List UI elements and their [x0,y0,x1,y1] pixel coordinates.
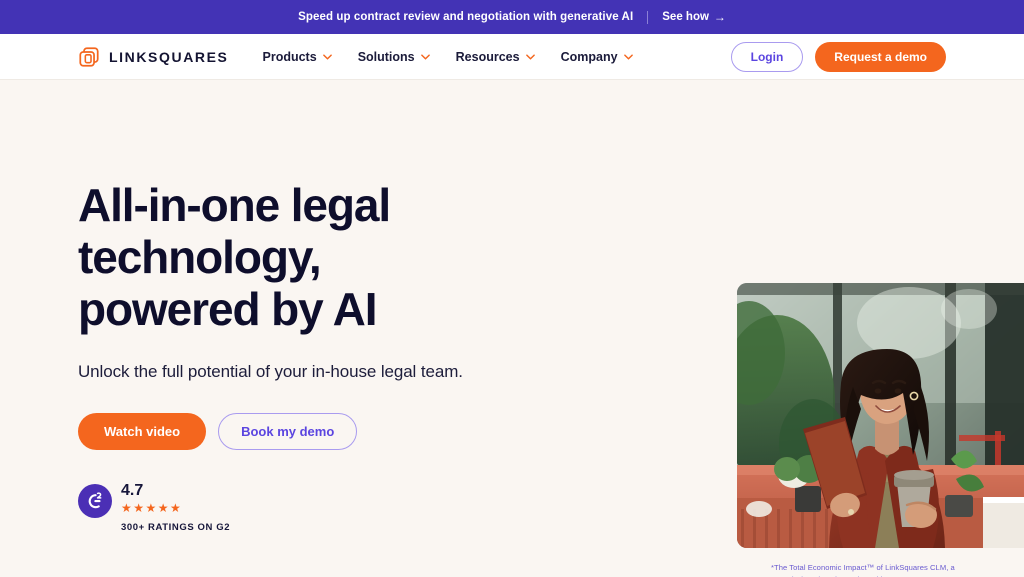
nav-label: Company [560,49,618,64]
chevron-down-icon [525,53,535,60]
rating-details: 4.7 ★★★★★ 300+ RATINGS ON G2 [121,481,231,533]
headline-line-1: All-in-one legal [78,179,391,231]
announcement-text: Speed up contract review and negotiation… [298,11,634,23]
landing-page: Speed up contract review and negotiation… [0,0,1024,577]
linksquares-logo-icon [78,46,100,68]
nav-label: Solutions [357,49,415,64]
chevron-down-icon [322,53,332,60]
headline-line-2: technology, [78,230,322,283]
rating-stars: ★★★★★ [121,500,183,515]
headline-line-3: powered by AI [78,282,377,335]
nav-item-resources[interactable]: Resources [456,50,535,64]
g2-logo-icon [78,483,112,518]
chevron-down-icon [623,53,633,60]
book-demo-button[interactable]: Book my demo [218,412,358,450]
login-button[interactable]: Login [730,41,804,72]
chevron-down-icon [420,53,430,60]
nav-label: Resources [455,49,520,64]
hero-subheading: Unlock the full potential of your in-hou… [78,361,463,381]
nav-item-solutions[interactable]: Solutions [358,50,430,64]
rating-caption: 300+ RATINGS ON G2 [121,521,231,533]
brand-name: LINKSQUARES [109,48,229,65]
nav-item-products[interactable]: Products [263,50,332,64]
brand-logo-link[interactable]: LINKSQUARES [78,46,229,68]
announcement-banner: Speed up contract review and negotiation… [0,0,1024,34]
arrow-right-icon: → [713,10,726,24]
request-demo-button[interactable]: Request a demo [815,41,946,72]
announcement-cta-link[interactable]: See how → [662,11,726,23]
hero-section: All-in-one legal technology, powered by … [0,80,1024,577]
image-footnote: *The Total Economic Impact™ of LinkSquar… [771,563,955,577]
primary-navigation: Products Solutions Resources Company [263,50,633,64]
hero-copy: All-in-one legal technology, powered by … [78,179,678,533]
hero-cta-row: Watch video Book my demo [78,412,678,450]
g2-rating-badge: 4.7 ★★★★★ 300+ RATINGS ON G2 [78,481,678,533]
announcement-cta-label: See how [662,11,709,23]
nav-label: Products [262,49,317,64]
rating-score: 4.7 [121,481,144,499]
hero-image [737,283,1024,548]
page-title: All-in-one legal technology, powered by … [78,179,678,336]
site-header: LINKSQUARES Products Solutions Resources [0,34,1024,80]
watch-video-button[interactable]: Watch video [78,412,207,450]
nav-item-company[interactable]: Company [561,50,633,64]
header-actions: Login Request a demo [730,41,946,72]
banner-divider [647,10,649,24]
